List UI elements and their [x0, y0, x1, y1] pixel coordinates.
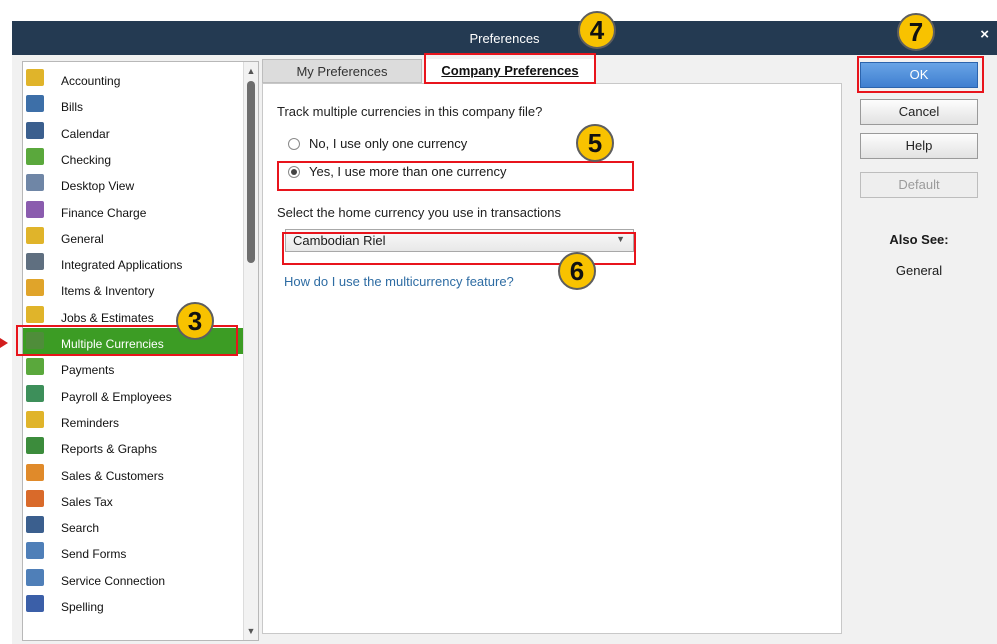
sidebar-item[interactable]: General: [23, 223, 243, 249]
cancel-button[interactable]: Cancel: [860, 99, 978, 125]
general-icon: [26, 227, 44, 244]
sidebar-item[interactable]: Items & Inventory: [23, 275, 243, 301]
integrated-apps-icon: [26, 253, 44, 270]
sidebar-item-label: Search: [61, 521, 100, 535]
sidebar-item-label: Sales Tax: [61, 495, 113, 509]
step-badge-5: 5: [576, 124, 614, 162]
sidebar-item-label: Sales & Customers: [61, 469, 164, 483]
desktop-view-icon: [26, 174, 44, 191]
payments-icon: [26, 358, 44, 375]
reminders-icon: [26, 411, 44, 428]
sidebar-item[interactable]: Reports & Graphs: [23, 433, 243, 459]
bills-icon: [26, 95, 44, 112]
sidebar-item[interactable]: Reminders: [23, 407, 243, 433]
option-no-radio[interactable]: [288, 138, 300, 150]
sidebar-item[interactable]: Integrated Applications: [23, 249, 243, 275]
sidebar-item-label: Spelling: [61, 600, 104, 614]
window-title: Preferences: [469, 31, 540, 46]
sidebar-item-label: Checking: [61, 153, 112, 167]
spelling-icon: [26, 595, 44, 612]
sidebar-item[interactable]: Sales Tax: [23, 486, 243, 512]
highlight-ok-button: [857, 56, 984, 93]
sales-customers-icon: [26, 464, 44, 481]
step-badge-6: 6: [558, 252, 596, 290]
accounting-icon: [26, 69, 44, 86]
sidebar-item-label: Integrated Applications: [61, 258, 183, 272]
step-badge-7: 7: [897, 13, 935, 51]
option-no-label[interactable]: No, I use only one currency: [309, 136, 467, 151]
sidebar-item[interactable]: Payroll & Employees: [23, 381, 243, 407]
reports-graphs-icon: [26, 437, 44, 454]
tab-my-preferences[interactable]: My Preferences: [262, 59, 422, 83]
pointer-arrow-icon: [0, 338, 8, 348]
items-inventory-icon: [26, 279, 44, 296]
sidebar-item[interactable]: Bills: [23, 91, 243, 117]
sidebar-item[interactable]: Accounting: [23, 65, 243, 91]
default-button[interactable]: Default: [860, 172, 978, 198]
also-see-general-link[interactable]: General: [860, 263, 978, 278]
multicurrency-help-link[interactable]: How do I use the multicurrency feature?: [284, 274, 514, 289]
home-currency-label: Select the home currency you use in tran…: [277, 205, 561, 220]
sidebar-item-label: Service Connection: [61, 574, 166, 588]
sidebar-item-label: Reports & Graphs: [61, 442, 158, 456]
service-connection-icon: [26, 569, 44, 586]
close-icon[interactable]: ×: [980, 26, 989, 43]
sidebar-item[interactable]: Service Connection: [23, 565, 243, 591]
highlight-yes-option: [277, 161, 634, 191]
sidebar-item-label: Send Forms: [61, 547, 127, 561]
category-scrollbar[interactable]: ▲ ▼: [243, 62, 258, 640]
sidebar-item[interactable]: Finance Charge: [23, 197, 243, 223]
jobs-estimates-icon: [26, 306, 44, 323]
payroll-employees-icon: [26, 385, 44, 402]
sales-tax-icon: [26, 490, 44, 507]
sidebar-item-label: Finance Charge: [61, 206, 147, 220]
title-bar: Preferences ×: [12, 21, 997, 55]
sidebar-item[interactable]: Checking: [23, 144, 243, 170]
sidebar-item[interactable]: Search: [23, 512, 243, 538]
sidebar-item-label: Calendar: [61, 127, 110, 141]
checking-icon: [26, 148, 44, 165]
scroll-up-icon[interactable]: ▲: [244, 66, 258, 76]
finance-charge-icon: [26, 201, 44, 218]
sidebar-item-label: Accounting: [61, 74, 121, 88]
sidebar-item[interactable]: Send Forms: [23, 538, 243, 564]
search-icon: [26, 516, 44, 533]
sidebar-item-label: Payroll & Employees: [61, 390, 172, 404]
scroll-down-icon[interactable]: ▼: [244, 626, 258, 636]
sidebar-item[interactable]: Spelling: [23, 591, 243, 617]
also-see-heading: Also See:: [889, 232, 949, 247]
sidebar-item[interactable]: Calendar: [23, 118, 243, 144]
highlight-company-tab: [424, 53, 596, 84]
sidebar-item-label: Items & Inventory: [61, 284, 155, 298]
send-forms-icon: [26, 542, 44, 559]
track-currencies-question: Track multiple currencies in this compan…: [277, 104, 543, 119]
calendar-icon: [26, 122, 44, 139]
step-badge-3: 3: [176, 302, 214, 340]
help-button[interactable]: Help: [860, 133, 978, 159]
sidebar-item-label: Bills: [61, 100, 84, 114]
step-badge-4: 4: [578, 11, 616, 49]
sidebar-item-label: General: [61, 232, 104, 246]
sidebar-item-label: Desktop View: [61, 179, 135, 193]
sidebar-item-label: Reminders: [61, 416, 120, 430]
sidebar-item[interactable]: Desktop View: [23, 170, 243, 196]
scroll-thumb[interactable]: [247, 81, 255, 263]
sidebar-item-label: Jobs & Estimates: [61, 311, 154, 325]
sidebar-item[interactable]: Sales & Customers: [23, 460, 243, 486]
sidebar-item[interactable]: Payments: [23, 354, 243, 380]
sidebar-item-label: Payments: [61, 363, 115, 377]
